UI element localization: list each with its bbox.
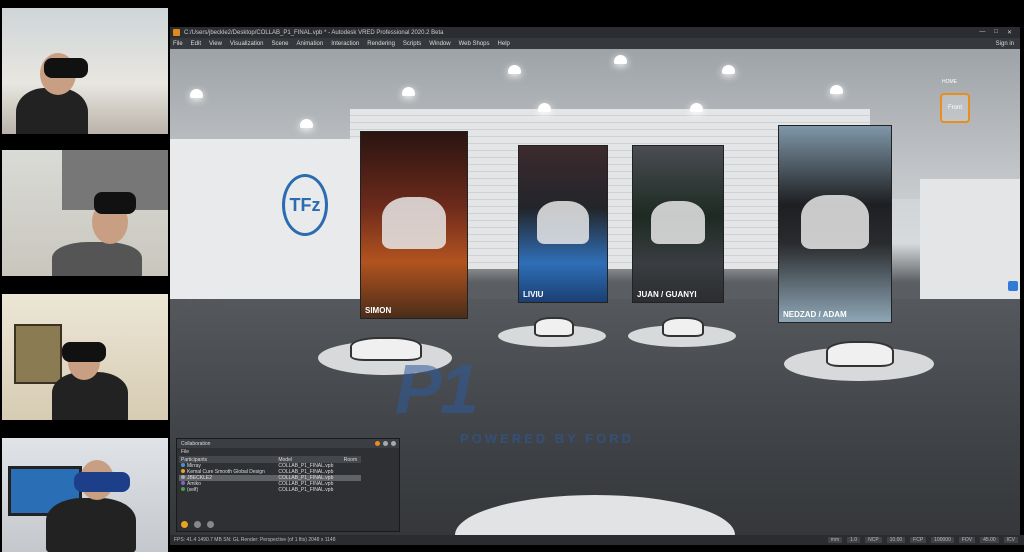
front-face[interactable]: Front [940, 93, 970, 123]
collaboration-header: Collaboration [177, 439, 399, 448]
app-logo-icon [173, 29, 180, 36]
design-panel-nedzad-adam: NEDZAD / ADAM [778, 125, 892, 323]
user-icon [181, 469, 185, 473]
table-row[interactable]: (self) COLLAB_P1_FINAL.vpb [179, 487, 361, 493]
close-button[interactable]: ✕ [1007, 29, 1012, 36]
connect-icon[interactable] [194, 521, 201, 528]
menu-interaction[interactable]: Interaction [331, 41, 359, 47]
concept-car[interactable] [662, 317, 704, 337]
status-warning-icon[interactable] [181, 521, 188, 528]
window-title: C:/Users/jbeckle2/Desktop/COLLAB_P1_FINA… [184, 29, 444, 36]
close-icon[interactable] [391, 441, 396, 446]
menu-edit[interactable]: Edit [191, 41, 201, 47]
design-wall-text: DESIGN [172, 297, 225, 311]
viewport-side-icon[interactable] [1008, 281, 1018, 291]
menu-scene[interactable]: Scene [272, 41, 289, 47]
column-header[interactable]: Room [341, 456, 361, 463]
scale-field[interactable]: 1.0 [847, 537, 861, 543]
settings-icon[interactable] [207, 521, 214, 528]
user-icon [181, 475, 185, 479]
collaboration-title: Collaboration [181, 440, 211, 447]
ceiling-light [722, 65, 735, 74]
menu-animation[interactable]: Animation [297, 41, 324, 47]
collab-file-menu[interactable]: File [181, 449, 189, 455]
ceiling-light [190, 89, 203, 98]
webcam-strip [0, 0, 170, 552]
webcam-feed [2, 150, 168, 276]
column-header[interactable]: Participants [179, 456, 277, 463]
ceiling-light [508, 65, 521, 74]
menu-scripts[interactable]: Scripts [403, 41, 421, 47]
panel-label: NEDZAD / ADAM [783, 310, 847, 319]
menu-rendering[interactable]: Rendering [367, 41, 395, 47]
ceiling-light [300, 119, 313, 128]
design-panel-juan-guanyi: JUAN / GUANYI [632, 145, 724, 303]
menu-web-shops[interactable]: Web Shops [459, 41, 490, 47]
status-bar: FPS: 41.4 1490.7 MB SN: GL Render: Persp… [170, 535, 1024, 545]
ceiling-light [690, 103, 703, 112]
menu-view[interactable]: View [209, 41, 222, 47]
fov-label: FOV [958, 537, 976, 543]
webcam-feed [2, 294, 168, 420]
ceiling-light [538, 103, 551, 112]
panel-label: LIVIU [523, 290, 544, 299]
user-icon [181, 481, 185, 485]
ncp-label: NCP [865, 537, 882, 543]
fcp-label: FCP [910, 537, 927, 543]
webcam-feed [2, 8, 168, 134]
icv-button[interactable]: ICV [1003, 537, 1018, 543]
menu-file[interactable]: File [173, 41, 183, 47]
participants-table: Participants Model Room Mirray COLLAB_P1… [179, 456, 361, 493]
dock-icon[interactable] [383, 441, 388, 446]
menu-visualization[interactable]: Visualization [230, 41, 264, 47]
unit-field[interactable]: mm [827, 537, 843, 543]
panel-label: JUAN / GUANYI [637, 290, 697, 299]
ceiling-light [402, 87, 415, 96]
design-panel-liviu: LIVIU [518, 145, 608, 303]
panel-label: SIMON [365, 306, 392, 315]
user-icon [181, 487, 185, 491]
sign-in-button[interactable]: Sign in [996, 41, 1014, 47]
menu-bar: File Edit View Visualization Scene Anima… [170, 38, 1020, 49]
webcam-feed [2, 438, 168, 552]
ceiling-light [830, 85, 843, 94]
design-panel-simon: SIMON [360, 131, 468, 319]
status-readout: FPS: 41.4 1490.7 MB SN: GL Render: Persp… [174, 537, 336, 543]
column-header[interactable]: Model [276, 456, 342, 463]
title-bar: C:/Users/jbeckle2/Desktop/COLLAB_P1_FINA… [170, 27, 1020, 38]
maximize-button[interactable]: □ [994, 29, 998, 36]
fcp-field[interactable]: 100000 [931, 537, 954, 543]
tfz-wall-logo: TFz [282, 174, 328, 236]
menu-window[interactable]: Window [429, 41, 450, 47]
concept-car[interactable] [534, 317, 574, 337]
menu-help[interactable]: Help [498, 41, 510, 47]
concept-car[interactable] [826, 341, 894, 367]
ceiling-light [614, 55, 627, 64]
floor-p1-logo: P1 [395, 350, 479, 428]
user-icon [181, 463, 185, 467]
fov-field[interactable]: 45.00 [980, 537, 999, 543]
navigation-cube[interactable]: HOME Front [936, 79, 970, 123]
floor-tagline: POWERED BY FORD [460, 431, 635, 446]
ncp-field[interactable]: 10.00 [886, 537, 906, 543]
collaboration-panel: Collaboration File Participants Model Ro… [176, 438, 400, 532]
home-button[interactable]: HOME [942, 79, 957, 85]
minimize-button[interactable]: — [979, 29, 985, 36]
float-icon[interactable] [375, 441, 380, 446]
